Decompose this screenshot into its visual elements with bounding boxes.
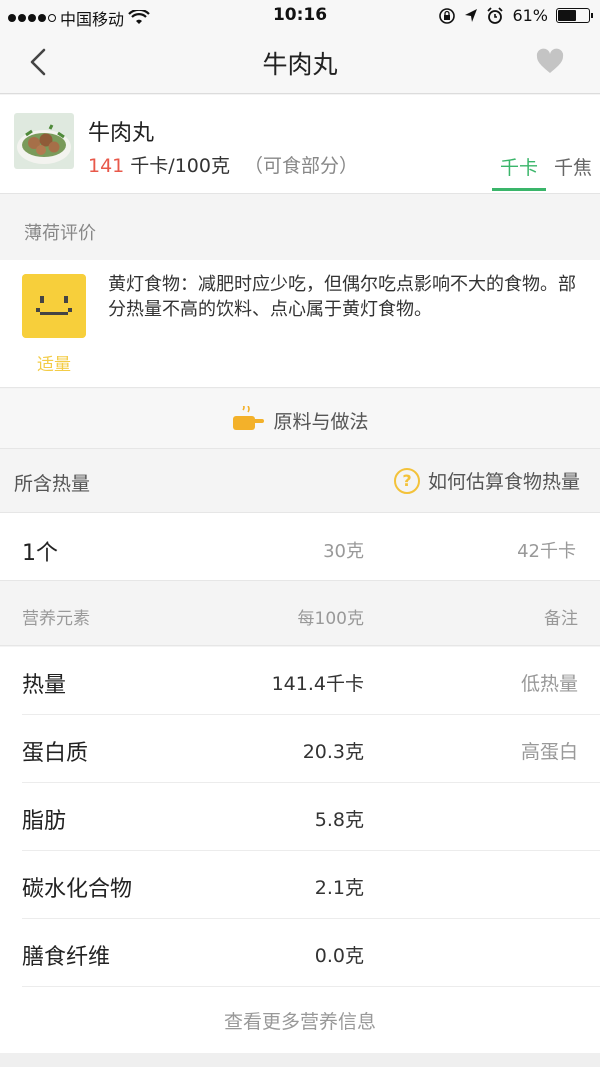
food-thumbnail: [14, 113, 74, 169]
alarm-icon: [487, 6, 504, 24]
nutrient-name: 膳食纤维: [22, 945, 111, 970]
nutrition-header-name: 营养元素: [22, 609, 90, 629]
page-title: 牛肉丸: [262, 50, 338, 79]
more-nutrition-link[interactable]: 查看更多营养信息: [0, 987, 600, 1053]
nutrient-value: 5.8克: [314, 809, 364, 831]
status-right: 61%: [438, 6, 593, 25]
heart-icon[interactable]: [536, 48, 564, 76]
table-row: 碳水化合物 2.1克: [0, 851, 600, 919]
nutrient-name: 碳水化合物: [22, 877, 133, 902]
neutral-face-icon: [22, 274, 86, 338]
calorie-line: 141 千卡/100克 （可食部分）: [88, 151, 358, 178]
recipe-button[interactable]: 原料与做法: [0, 389, 600, 449]
rating-section-title: 薄荷评价: [24, 223, 96, 244]
rotation-lock-icon: [439, 7, 456, 24]
tab-kcal[interactable]: 千卡: [491, 153, 547, 191]
battery-icon: [556, 8, 593, 23]
rating-level-label: 适量: [37, 355, 71, 375]
nutrition-list: 热量 141.4千卡 低热量 蛋白质 20.3克 高蛋白 脂肪 5.8克 碳水化…: [0, 647, 600, 987]
food-header: 牛肉丸 141 千卡/100克 （可食部分） 千卡 千焦: [0, 95, 600, 194]
rating-section-header: 薄荷评价: [0, 195, 600, 261]
calorie-value: 141: [88, 155, 125, 177]
portion-row[interactable]: 1个 30克 42千卡: [0, 513, 600, 581]
nutrient-note: 低热量: [520, 673, 578, 695]
portion-weight: 30克: [323, 541, 364, 562]
question-icon: ?: [393, 467, 420, 494]
food-name: 牛肉丸: [88, 121, 155, 146]
portion-name: 1个: [22, 541, 58, 566]
recipe-label: 原料与做法: [273, 410, 369, 433]
calorie-help-label: 如何估算食物热量: [427, 471, 580, 493]
table-row: 膳食纤维 0.0克: [0, 919, 600, 987]
nutrient-name: 蛋白质: [22, 741, 89, 766]
nutrition-header-note: 备注: [544, 609, 578, 629]
nutrient-value: 2.1克: [314, 877, 364, 899]
nutrient-value: 20.3克: [302, 741, 364, 763]
calorie-note: （可食部分）: [243, 155, 358, 177]
recipe-inner: 原料与做法: [0, 406, 600, 434]
nutrition-header-per100: 每100克: [297, 609, 364, 629]
rating-card: 适量 黄灯食物：减肥时应少吃，但偶尔吃点影响不大的食物。部分热量不高的饮料、点心…: [0, 260, 600, 388]
calorie-unit: 千卡/100克: [124, 155, 230, 177]
battery-percent: 61%: [512, 6, 548, 25]
location-icon: [465, 8, 478, 22]
table-row: 热量 141.4千卡 低热量: [0, 647, 600, 715]
calorie-section-header: 所含热量 ? 如何估算食物热量: [0, 449, 600, 513]
tab-kj[interactable]: 千焦: [552, 153, 594, 190]
calorie-help-link[interactable]: ? 如何估算食物热量: [393, 467, 580, 494]
nav-bar: 牛肉丸: [0, 32, 600, 94]
rating-description: 黄灯食物：减肥时应少吃，但偶尔吃点影响不大的食物。部分热量不高的饮料、点心属于黄…: [108, 274, 576, 320]
nutrient-value: 0.0克: [314, 945, 364, 967]
table-row: 脂肪 5.8克: [0, 783, 600, 851]
more-nutrition-label: 查看更多营养信息: [223, 1011, 376, 1033]
table-row: 蛋白质 20.3克 高蛋白: [0, 715, 600, 783]
portion-calories: 42千卡: [517, 541, 576, 562]
nutrient-name: 热量: [22, 673, 67, 698]
status-bar: 中国移动 10:16 61%: [0, 0, 600, 32]
nutrient-note: 高蛋白: [520, 741, 578, 763]
unit-tabs: 千卡 千焦: [491, 153, 594, 191]
pot-icon: [233, 406, 265, 430]
bottom-divider: [0, 1053, 600, 1067]
nutrient-name: 脂肪: [22, 809, 67, 834]
nutrient-value: 141.4千卡: [271, 673, 364, 695]
nutrition-header: 营养元素 每100克 备注: [0, 582, 600, 646]
calorie-section-title: 所含热量: [14, 473, 91, 495]
